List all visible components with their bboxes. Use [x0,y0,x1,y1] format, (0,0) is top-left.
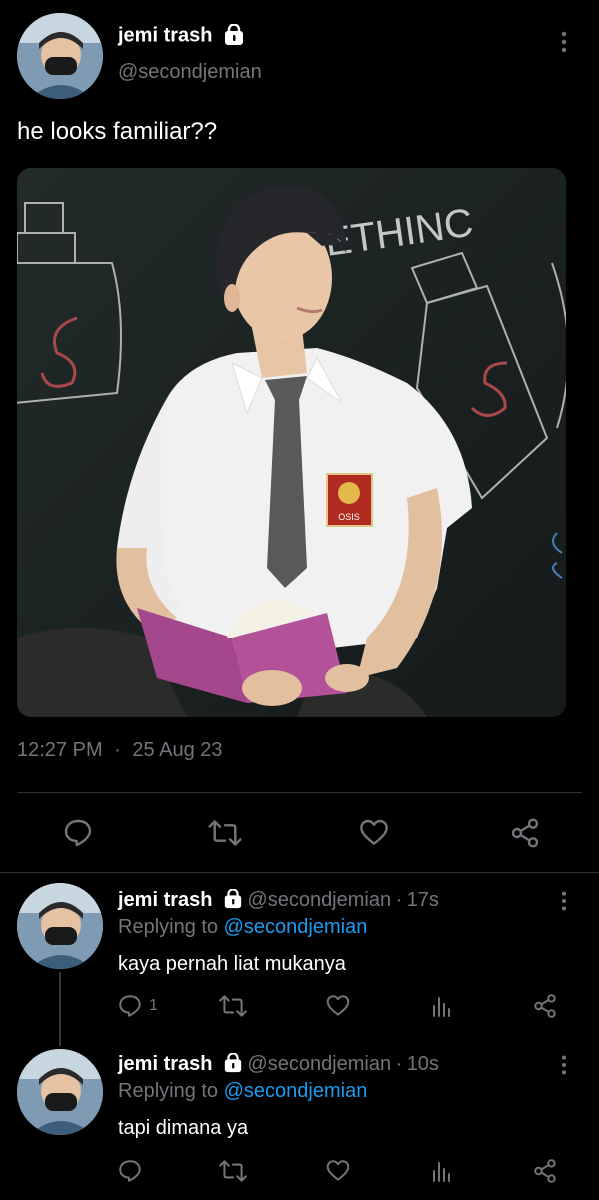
tweet-date: 25 Aug 23 [132,739,223,761]
replying-mention[interactable]: @secondjemian [224,1080,368,1102]
author-name[interactable]: jemi trash [118,25,212,47]
retweet-icon[interactable] [216,1157,250,1185]
replying-to: Replying to @secondjemian [118,1080,367,1103]
tweet-media[interactable]: ETHINC OSIS [17,168,566,717]
lock-icon [223,888,243,914]
tweet-time: 12:27 PM [17,739,103,761]
reply-age: 17s [406,889,439,911]
replying-label: Replying to [118,1080,219,1102]
lock-icon [223,23,245,51]
analytics-icon[interactable] [428,992,456,1020]
separator-dot: · [114,739,121,761]
tweet-timestamp[interactable]: 12:27 PM · 25 Aug 23 [17,739,223,762]
more-vertical-icon[interactable] [552,28,576,56]
replying-mention[interactable]: @secondjemian [224,916,368,938]
share-icon[interactable] [505,813,545,853]
retweet-icon[interactable] [216,992,250,1020]
divider [0,872,599,873]
retweet-icon[interactable] [203,813,247,853]
reply-avatar[interactable] [17,1049,103,1135]
reply-action-reply[interactable] [117,1157,149,1185]
reply-icon [117,993,143,1019]
thread-line [59,972,61,1046]
author-name-row: jemi trash [118,23,245,51]
badge-text: OSIS [338,512,360,522]
divider [17,792,582,793]
share-icon[interactable] [531,992,559,1020]
avatar[interactable] [17,13,103,99]
reply-text: tapi dimana ya [118,1117,249,1139]
author-handle[interactable]: @secondjemian [118,61,262,84]
separator-dot: · [395,889,403,911]
analytics-icon[interactable] [428,1157,456,1185]
reply-author-name[interactable]: jemi trash [118,889,212,911]
reply-author-handle[interactable]: @secondjemian [247,1053,391,1075]
reply-count: 1 [149,997,158,1014]
separator-dot: · [395,1053,403,1075]
like-icon[interactable] [323,1157,353,1185]
tweet-text: he looks familiar?? [17,118,218,145]
replying-to: Replying to @secondjemian [118,916,367,939]
like-icon[interactable] [323,992,353,1020]
reply-icon[interactable] [58,813,98,853]
lock-icon [223,1052,243,1078]
share-icon[interactable] [531,1157,559,1185]
reply-icon [117,1158,143,1184]
reply-age: 10s [406,1053,439,1075]
reply-text: kaya pernah liat mukanya [118,953,346,975]
reply-header: jemi trash @secondjemian · 10s [118,1052,439,1078]
more-vertical-icon[interactable] [552,888,576,914]
reply-avatar[interactable] [17,883,103,969]
reply-author-handle[interactable]: @secondjemian [247,889,391,911]
reply-header: jemi trash @secondjemian · 17s [118,888,439,914]
reply-author-name[interactable]: jemi trash [118,1053,212,1075]
replying-label: Replying to [118,916,219,938]
reply-action-reply[interactable]: 1 [117,992,158,1020]
more-vertical-icon[interactable] [552,1052,576,1078]
like-icon[interactable] [353,813,395,853]
